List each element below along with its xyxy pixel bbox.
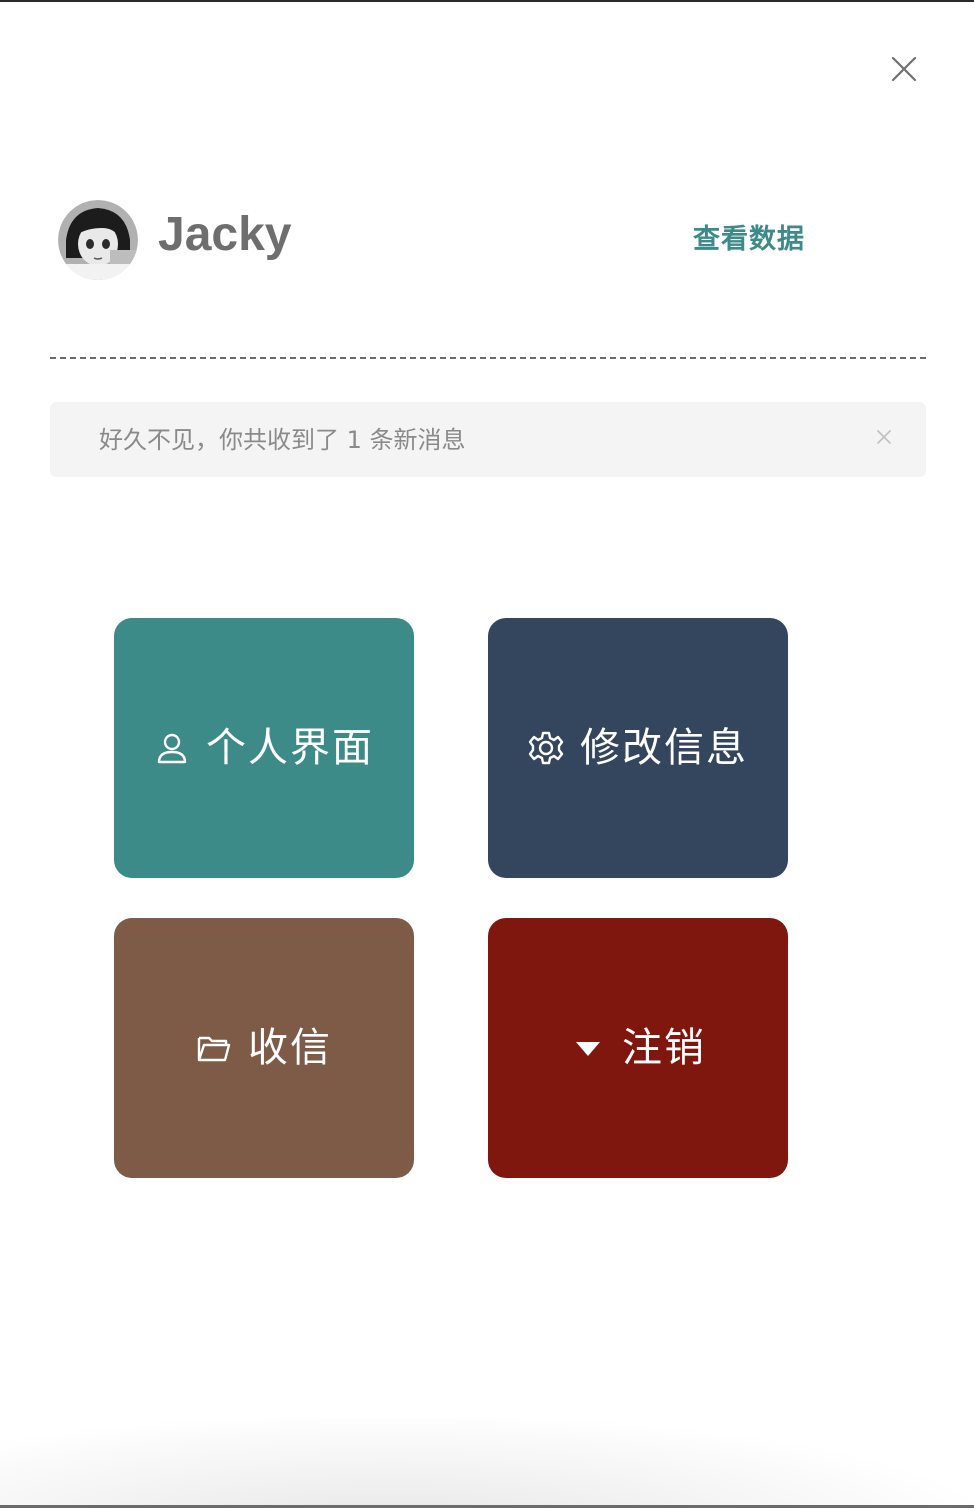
edit-info-button[interactable]: 修改信息 [488,618,788,878]
alert-close-icon[interactable] [872,426,896,450]
username: Jacky [158,208,292,261]
edit-info-label: 修改信息 [580,725,748,771]
view-data-link[interactable]: 查看数据 [693,220,805,260]
bottom-shadow [0,1418,974,1508]
logout-button[interactable]: 注销 [488,918,788,1178]
profile-label: 个人界面 [206,725,374,771]
inbox-label: 收信 [248,1025,332,1071]
gear-icon [528,730,564,766]
divider [50,357,926,359]
inbox-button[interactable]: 收信 [114,918,414,1178]
caret-down-icon [570,1030,606,1066]
folder-icon [196,1030,232,1066]
user-icon [154,730,190,766]
user-panel: Jacky 查看数据 好久不见，你共收到了 1 条新消息 个人界面 修改信息 收… [0,0,974,1508]
close-icon[interactable] [884,50,924,90]
avatar [58,200,138,280]
notification-alert: 好久不见，你共收到了 1 条新消息 [50,402,926,477]
profile-button[interactable]: 个人界面 [114,618,414,878]
alert-message: 好久不见，你共收到了 1 条新消息 [99,426,466,454]
logout-label: 注销 [622,1025,706,1071]
